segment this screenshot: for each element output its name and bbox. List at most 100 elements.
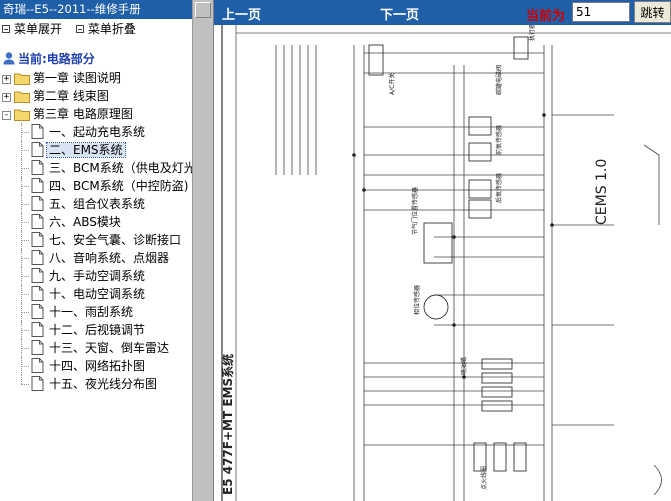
component-label: 点火线圈 xyxy=(480,466,488,490)
collapse-toggle-icon[interactable]: - xyxy=(2,111,11,120)
expand-icon xyxy=(2,25,10,33)
tree-branch-line xyxy=(21,258,29,259)
current-page-label: 当前为 xyxy=(526,9,566,24)
menu-item-label: 十二、后视镜调节 xyxy=(49,323,146,337)
menu-item-label: 九、手动空调系统 xyxy=(49,269,146,283)
menu-item[interactable]: 六、ABS模块 xyxy=(0,213,192,231)
chapter-1[interactable]: + 第一章 读图说明 xyxy=(0,69,192,87)
component-label: 前氧传感器 xyxy=(495,125,503,155)
manual-title: 奇瑞--E5--2011--维修手册 xyxy=(0,0,192,19)
tree-branch-line xyxy=(21,312,29,313)
tree-branch-line xyxy=(21,222,29,223)
menu-item-label: 二、EMS系统 xyxy=(46,142,126,158)
tree-branch-line xyxy=(21,366,29,367)
folder-icon xyxy=(14,91,30,103)
menu-item-label: 三、BCM系统（供电及灯光 xyxy=(49,161,192,175)
prev-page-link[interactable]: 上一页 xyxy=(222,4,261,23)
expand-toggle-icon[interactable]: + xyxy=(2,75,11,84)
tree-branch-line xyxy=(21,186,29,187)
menu-item[interactable]: 一、起动充电系统 xyxy=(0,123,192,141)
menu-item[interactable]: 十五、夜光线分布图 xyxy=(0,375,192,393)
menu-item[interactable]: 九、手动空调系统 xyxy=(0,267,192,285)
next-page-link[interactable]: 下一页 xyxy=(380,4,419,23)
menu-item-label: 十、电动空调系统 xyxy=(49,287,146,301)
menu-item-label: 七、安全气囊、诊断接口 xyxy=(49,233,182,247)
document-icon xyxy=(31,124,44,139)
menu-item[interactable]: 十、电动空调系统 xyxy=(0,285,192,303)
jump-button[interactable]: 跳转 xyxy=(634,1,671,23)
menu-item[interactable]: 十三、天窗、倒车雷达 xyxy=(0,339,192,357)
document-icon xyxy=(31,160,44,175)
chapter-label: 第一章 读图说明 xyxy=(33,71,121,85)
menu-item[interactable]: 十一、雨刮系统 xyxy=(0,303,192,321)
document-icon xyxy=(31,196,44,211)
component-label: 碳罐电磁阀 xyxy=(495,65,503,95)
component-label: 相位传感器 xyxy=(413,285,421,315)
tree-branch-line xyxy=(21,168,29,169)
current-section-label: 当前:电路部分 xyxy=(18,52,95,66)
tree-root[interactable]: 当前:电路部分 xyxy=(0,50,192,69)
document-icon xyxy=(31,322,44,337)
left-menu-pane: 奇瑞--E5--2011--维修手册 菜单展开 菜单折叠 当前:电路部分 + 第一… xyxy=(0,0,192,501)
menu-item[interactable]: 二、EMS系统 xyxy=(0,141,192,159)
collapse-icon xyxy=(75,25,84,33)
document-icon xyxy=(31,232,44,247)
chapter-label: 第二章 线束图 xyxy=(33,89,109,103)
navigation-bar: 上一页 下一页 当前为 跳转 xyxy=(214,0,671,25)
document-icon xyxy=(31,214,44,229)
tree-branch-line xyxy=(21,330,29,331)
diagram-title: E5 477F+MT EMS系统 xyxy=(220,354,235,495)
tree-branch-line xyxy=(21,294,29,295)
component-label: 后氧传感器 xyxy=(495,173,503,203)
chapter-tree: 当前:电路部分 + 第一章 读图说明 + 第二章 线束图 - 第三章 电路原理图 一、起动… xyxy=(0,50,192,393)
document-icon xyxy=(31,304,44,319)
component-label: 喷油嘴 xyxy=(460,357,468,375)
menu-item[interactable]: 十四、网络拓扑图 xyxy=(0,357,192,375)
document-icon xyxy=(31,376,44,391)
wiring-diagram: E5 477F+MT EMS系统 CEMS 1.0 A/C开关 碳罐电磁阀前氧传感… xyxy=(220,25,671,501)
document-icon xyxy=(31,286,44,301)
tree-branch-line xyxy=(21,384,29,385)
component-label: 执行器 xyxy=(528,25,536,41)
menu-item-label: 十五、夜光线分布图 xyxy=(49,377,158,391)
tree-branch-line xyxy=(21,150,29,151)
expand-toggle-icon[interactable]: + xyxy=(2,93,11,102)
tree-branch-line xyxy=(21,204,29,205)
document-icon xyxy=(31,250,44,265)
menu-item-label: 八、音响系统、点烟器 xyxy=(49,251,170,265)
expand-menu-button[interactable]: 菜单展开 xyxy=(2,19,62,39)
component-label: A/C开关 xyxy=(388,73,396,95)
tree-branch-line xyxy=(21,348,29,349)
menu-item-label: 一、起动充电系统 xyxy=(49,125,146,139)
document-icon xyxy=(31,358,44,373)
menu-item-label: 十三、天窗、倒车雷达 xyxy=(49,341,170,355)
menu-item[interactable]: 五、组合仪表系统 xyxy=(0,195,192,213)
tree-branch-line xyxy=(21,276,29,277)
menu-item[interactable]: 十二、后视镜调节 xyxy=(0,321,192,339)
tree-branch-line xyxy=(21,240,29,241)
page-number-input[interactable] xyxy=(572,2,630,22)
component-label: 节气门位置传感器 xyxy=(411,187,419,235)
chapter-label: 第三章 电路原理图 xyxy=(33,107,133,121)
diagram-side-label: CEMS 1.0 xyxy=(594,159,610,225)
tree-branch-line xyxy=(21,132,29,133)
menu-item[interactable]: 七、安全气囊、诊断接口 xyxy=(0,231,192,249)
folder-icon xyxy=(14,73,30,85)
user-icon xyxy=(3,52,15,65)
collapse-menu-button[interactable]: 菜单折叠 xyxy=(75,19,136,39)
menu-item[interactable]: 三、BCM系统（供电及灯光 xyxy=(0,159,192,177)
chapter-2[interactable]: + 第二章 线束图 xyxy=(0,87,192,105)
menu-item-label: 四、BCM系统（中控防盗) xyxy=(49,179,189,193)
menu-toolbar: 菜单展开 菜单折叠 xyxy=(0,19,192,39)
pane-splitter[interactable] xyxy=(192,0,214,501)
menu-item-label: 十一、雨刮系统 xyxy=(49,305,134,319)
menu-item-label: 五、组合仪表系统 xyxy=(49,197,146,211)
menu-item[interactable]: 八、音响系统、点烟器 xyxy=(0,249,192,267)
tree-guide-line xyxy=(21,375,22,384)
folder-icon xyxy=(14,109,30,121)
menu-item-label: 六、ABS模块 xyxy=(49,215,121,229)
document-icon xyxy=(31,340,44,355)
menu-item[interactable]: 四、BCM系统（中控防盗) xyxy=(0,177,192,195)
chapter-3[interactable]: - 第三章 电路原理图 xyxy=(0,105,192,123)
splitter-handle[interactable] xyxy=(195,2,211,18)
